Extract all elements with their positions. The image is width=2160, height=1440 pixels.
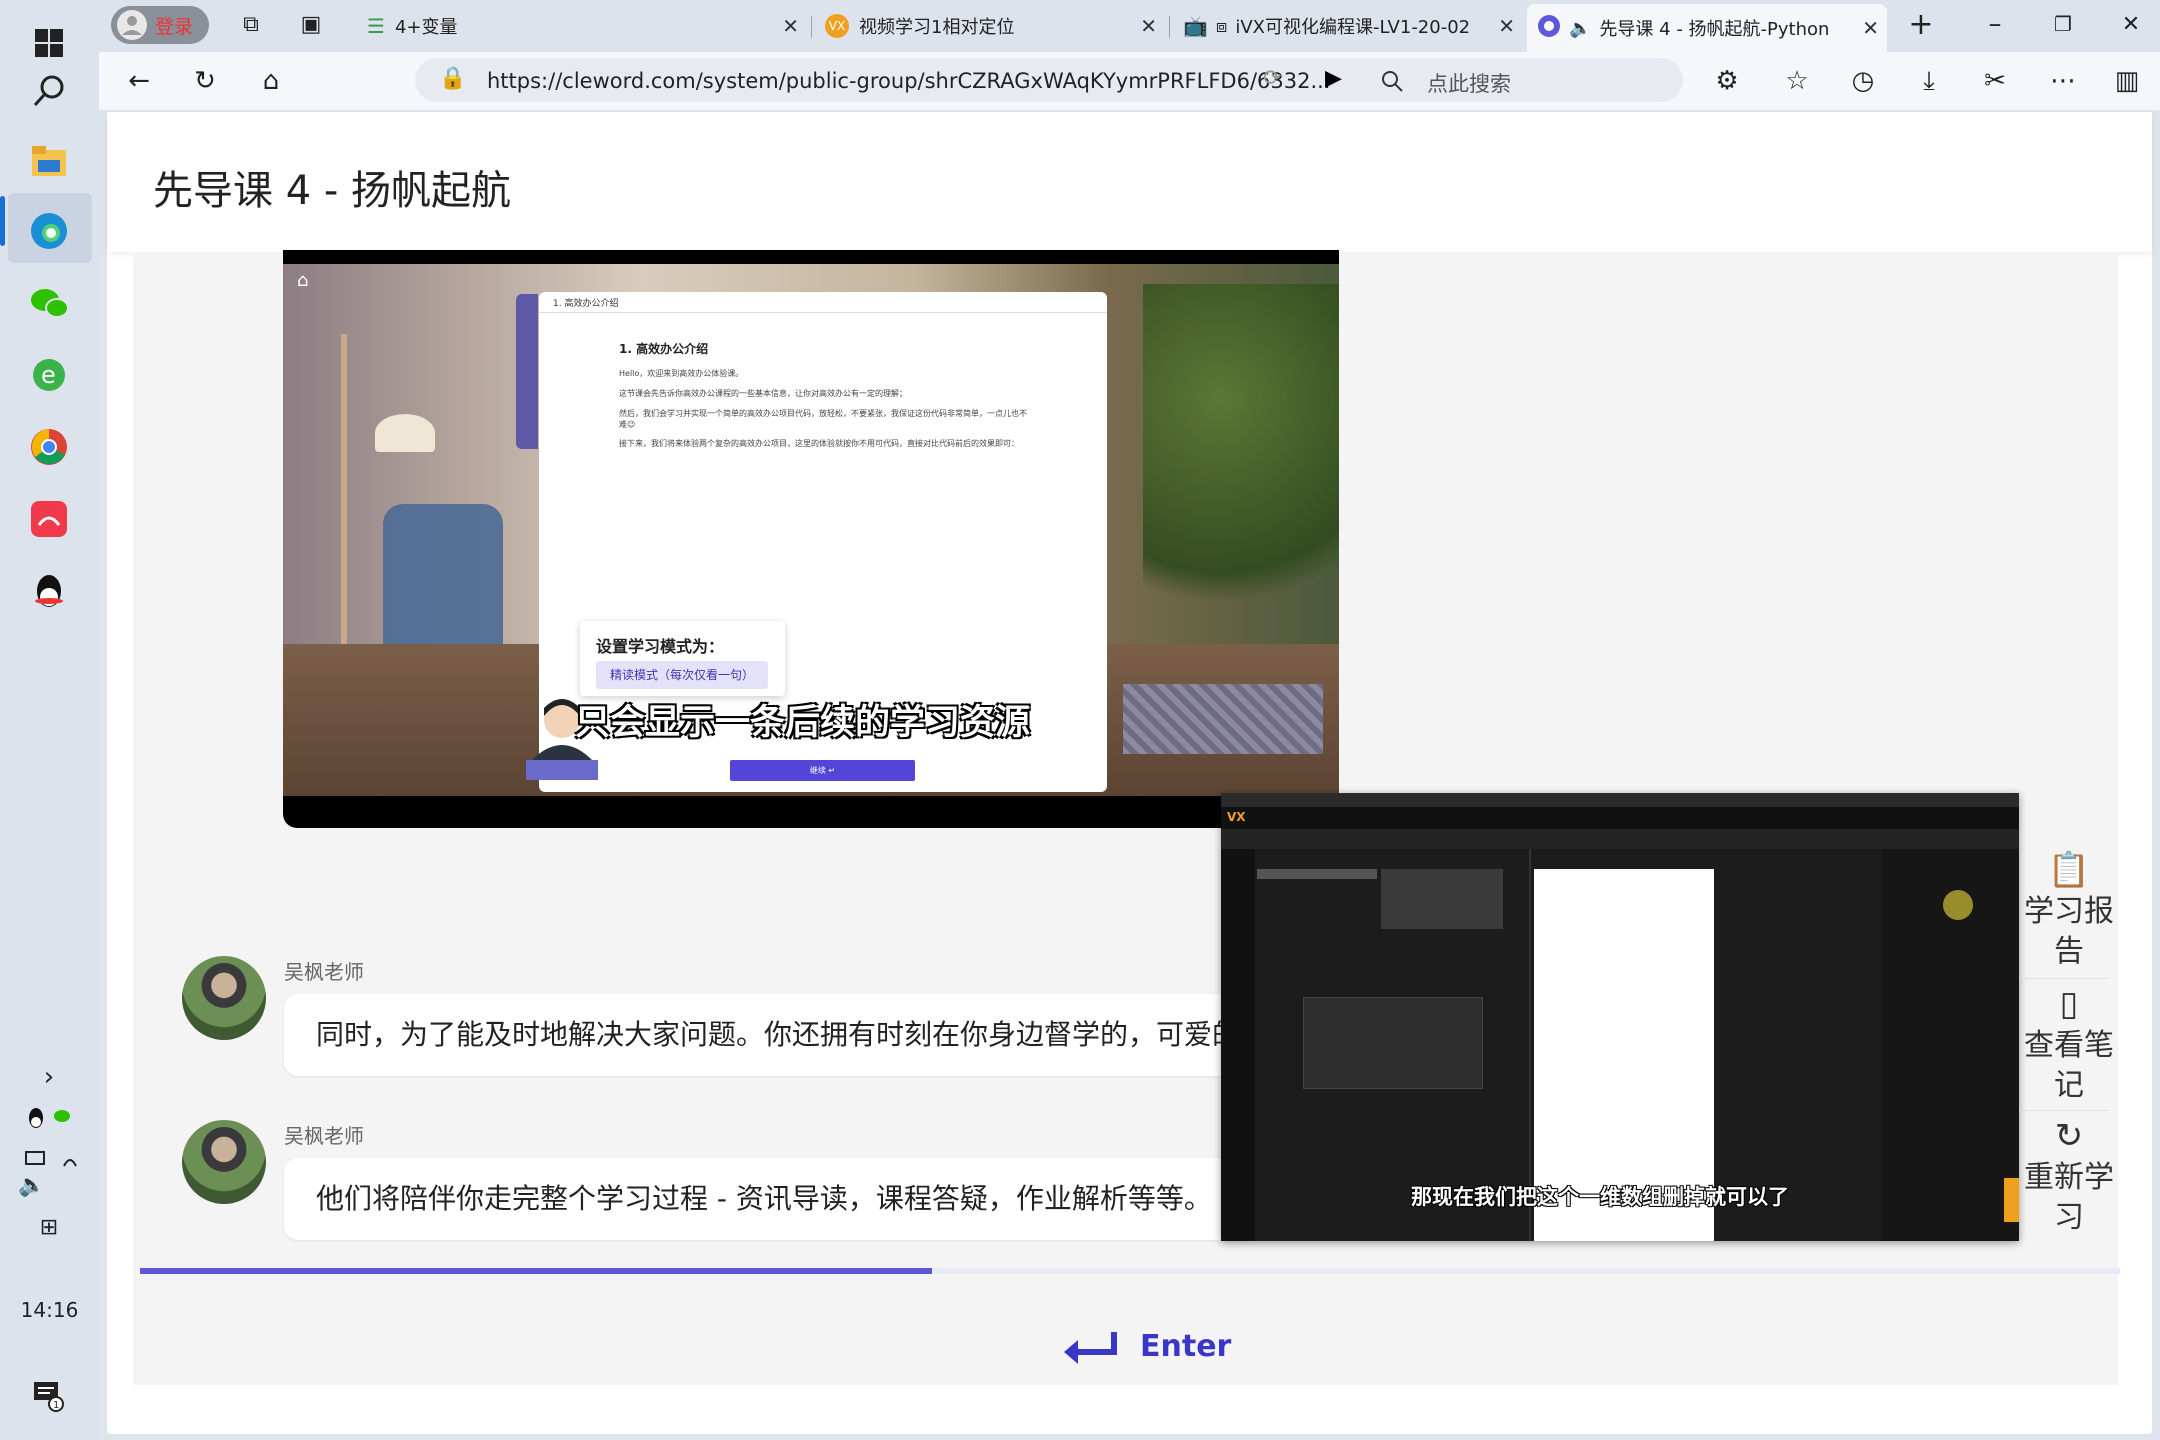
teacher-avatar xyxy=(182,956,266,1040)
home-icon[interactable]: ⌂ xyxy=(255,65,287,97)
svg-text:1: 1 xyxy=(53,1400,59,1411)
downloads-icon[interactable]: ⤓ xyxy=(1913,65,1945,97)
restore-icon[interactable]: ❐ xyxy=(2047,8,2079,40)
enter-label: Enter xyxy=(1140,1328,1232,1364)
new-tab-icon[interactable]: + xyxy=(1905,7,1937,42)
system-clock[interactable]: 14:16 xyxy=(0,1298,99,1322)
clipboard-icon: 📋 xyxy=(2047,850,2091,890)
doc-paragraph: Hello，欢迎来到高效办公体验课。 xyxy=(619,369,744,378)
search-icon[interactable] xyxy=(22,64,76,118)
browser-toolbar: ← ↻ ⌂ 🔒 https://cleword.com/system/publi… xyxy=(99,52,2160,110)
tab-video-study[interactable]: VX 视频学习1相对定位 ✕ xyxy=(815,6,1165,46)
home-icon[interactable]: ⌂ xyxy=(297,270,308,291)
vx-logo-icon: VX xyxy=(825,14,849,38)
bilibili-icon: 📺 xyxy=(1183,14,1208,38)
chrome-icon[interactable] xyxy=(22,420,76,474)
list-icon: ☰ xyxy=(367,14,385,38)
doc-paragraph: 接下来，我们将来体验两个复杂的高效办公项目，这里的体验就按你不用可代码，直接对比… xyxy=(619,439,1019,448)
view-notes-button[interactable]: ▯ 查看笔记 xyxy=(2019,982,2119,1106)
page-header: 先导课 4 - 扬帆起航 xyxy=(107,112,2152,252)
speaker-icon[interactable]: 🔈 xyxy=(1569,18,1591,39)
translate-icon[interactable]: ⟳ xyxy=(1263,66,1281,91)
site-logo-icon xyxy=(1537,14,1561,43)
tab-actions-icon[interactable]: ▣ xyxy=(295,8,327,40)
ie-browser-icon[interactable]: e xyxy=(22,348,76,402)
doc-tab-label: 1. 高效办公介绍 xyxy=(553,299,619,309)
music-app-icon[interactable] xyxy=(22,492,76,546)
close-icon[interactable]: ✕ xyxy=(782,14,799,38)
close-icon[interactable]: ✕ xyxy=(1498,14,1515,38)
tab-title: iVX可视化编程课-LV1-20-02 xyxy=(1235,17,1471,38)
notification-icon[interactable]: 1 xyxy=(22,1368,76,1422)
tab-title: 先导课 4 - 扬帆起航-Python xyxy=(1599,19,1830,40)
edge-browser-icon[interactable] xyxy=(22,204,76,258)
wechat-icon[interactable] xyxy=(22,276,76,330)
windows-start-icon[interactable] xyxy=(22,16,76,70)
doc-paragraph: 然后，我们会学习并实现一个简单的高效办公项目代码，放轻松，不要紧张，我保证这份代… xyxy=(619,409,1027,429)
file-explorer-icon[interactable] xyxy=(22,134,76,188)
search-box[interactable]: 点此搜索 xyxy=(1357,58,1683,102)
taskbar: e › 🔈 ⊞ 14:16 1 xyxy=(0,0,99,1440)
close-window-icon[interactable]: ✕ xyxy=(2115,8,2147,40)
sender-name: 吴枫老师 xyxy=(284,960,364,984)
progress-fill xyxy=(140,1268,932,1274)
extensions-icon[interactable]: ⚙ xyxy=(1711,65,1743,97)
favorites-icon[interactable]: ☆ xyxy=(1781,65,1813,97)
reload-icon[interactable]: ↻ xyxy=(189,65,221,97)
mode-button[interactable]: 精读模式（每次仅看一句） xyxy=(596,661,768,689)
search-placeholder: 点此搜索 xyxy=(1427,72,1511,96)
svg-text:e: e xyxy=(41,361,56,389)
tab-title: 视频学习1相对定位 xyxy=(859,17,1015,38)
restart-learning-button[interactable]: ↻ 重新学习 xyxy=(2019,1114,2119,1238)
back-icon[interactable]: ← xyxy=(123,65,155,97)
enter-button[interactable]: Enter xyxy=(1060,1318,1231,1374)
profile-login-button[interactable]: 登录 xyxy=(111,6,209,44)
mode-title: 设置学习模式为： xyxy=(596,637,725,656)
tab-active-course[interactable]: 🔈 先导课 4 - 扬帆起航-Python ✕ xyxy=(1527,4,1887,52)
doc-heading: 1. 高效办公介绍 xyxy=(619,342,709,356)
qq-icon[interactable] xyxy=(22,564,76,618)
more-menu-icon[interactable]: ⋯ xyxy=(2047,65,2079,97)
learning-mode-box: 设置学习模式为： 精读模式（每次仅看一句） xyxy=(580,621,785,696)
tab-ivx-course[interactable]: 📺 ⧈ iVX可视化编程课-LV1-20-02 ✕ xyxy=(1173,6,1523,46)
input-method-icon[interactable]: ⊞ xyxy=(22,1200,76,1254)
sidebar-toggle-icon[interactable]: ▥ xyxy=(2111,65,2143,97)
pip-subtitle: 那现在我们把这个一维数组删掉就可以了 xyxy=(1411,1185,1789,1209)
address-bar[interactable]: 🔒 https://cleword.com/system/public-grou… xyxy=(415,58,1439,102)
active-app-indicator xyxy=(0,196,5,246)
notebook-icon: ▯ xyxy=(2059,984,2079,1024)
read-aloud-icon[interactable]: ▶ xyxy=(1325,66,1342,91)
search-icon xyxy=(1382,71,1403,92)
avatar-icon xyxy=(117,10,147,40)
close-icon[interactable]: ✕ xyxy=(1862,16,1879,40)
history-icon[interactable]: ◷ xyxy=(1847,65,1879,97)
chat-message: 同时，为了能及时地解决大家问题。你还拥有时刻在你身边督学的，可爱的 xyxy=(284,994,1256,1076)
workspaces-icon[interactable]: ⧉ xyxy=(235,8,267,40)
enter-arrow-icon xyxy=(1064,1332,1117,1364)
chat-message: 他们将陪伴你走完整个学习过程 - 资讯导读，课程答疑，作业解析等等。 xyxy=(284,1158,1256,1240)
tab-variables[interactable]: ☰ 4+变量 ✕ xyxy=(357,6,807,46)
continue-button[interactable]: 继续 ↵ xyxy=(730,760,915,781)
lesson-side-panel: 📋 学习报告 ▯ 查看笔记 ↻ 重新学习 xyxy=(2019,848,2119,1240)
lesson-progress-bar xyxy=(140,1268,2120,1274)
tab-title: 4+变量 xyxy=(394,17,458,38)
page-title: 先导课 4 - 扬帆起航 xyxy=(153,168,512,214)
login-label: 登录 xyxy=(155,15,194,38)
browser-tab-bar: 登录 ⧉ ▣ ☰ 4+变量 ✕ VX 视频学习1相对定位 ✕ 📺 ⧈ iVX可视… xyxy=(99,0,2160,52)
doc-paragraph: 这节课会先告诉你高效办公课程的一些基本信息，让你对高效办公有一定的理解； xyxy=(619,389,907,398)
video-subtitle: 只会显示一条后续的学习资源 xyxy=(575,703,1031,743)
close-icon[interactable]: ✕ xyxy=(1140,14,1157,38)
sender-name: 吴枫老师 xyxy=(284,1124,364,1148)
screenshot-icon[interactable]: ✂ xyxy=(1979,65,2011,97)
pip-icon: ⧈ xyxy=(1215,15,1228,37)
lock-icon[interactable]: 🔒 xyxy=(439,66,466,91)
teacher-avatar xyxy=(182,1120,266,1204)
picture-in-picture-video[interactable]: VX 那现在我们把这个一维数组删掉就可以了 xyxy=(1221,793,2019,1241)
study-report-button[interactable]: 📋 学习报告 xyxy=(2019,848,2119,972)
minimize-icon[interactable]: – xyxy=(1979,8,2011,40)
url-text: https://cleword.com/system/public-group/… xyxy=(487,69,1331,93)
vx-logo-icon: VX xyxy=(1227,810,1246,824)
doc-sidebar xyxy=(516,294,538,449)
refresh-icon: ↻ xyxy=(2054,1116,2084,1156)
